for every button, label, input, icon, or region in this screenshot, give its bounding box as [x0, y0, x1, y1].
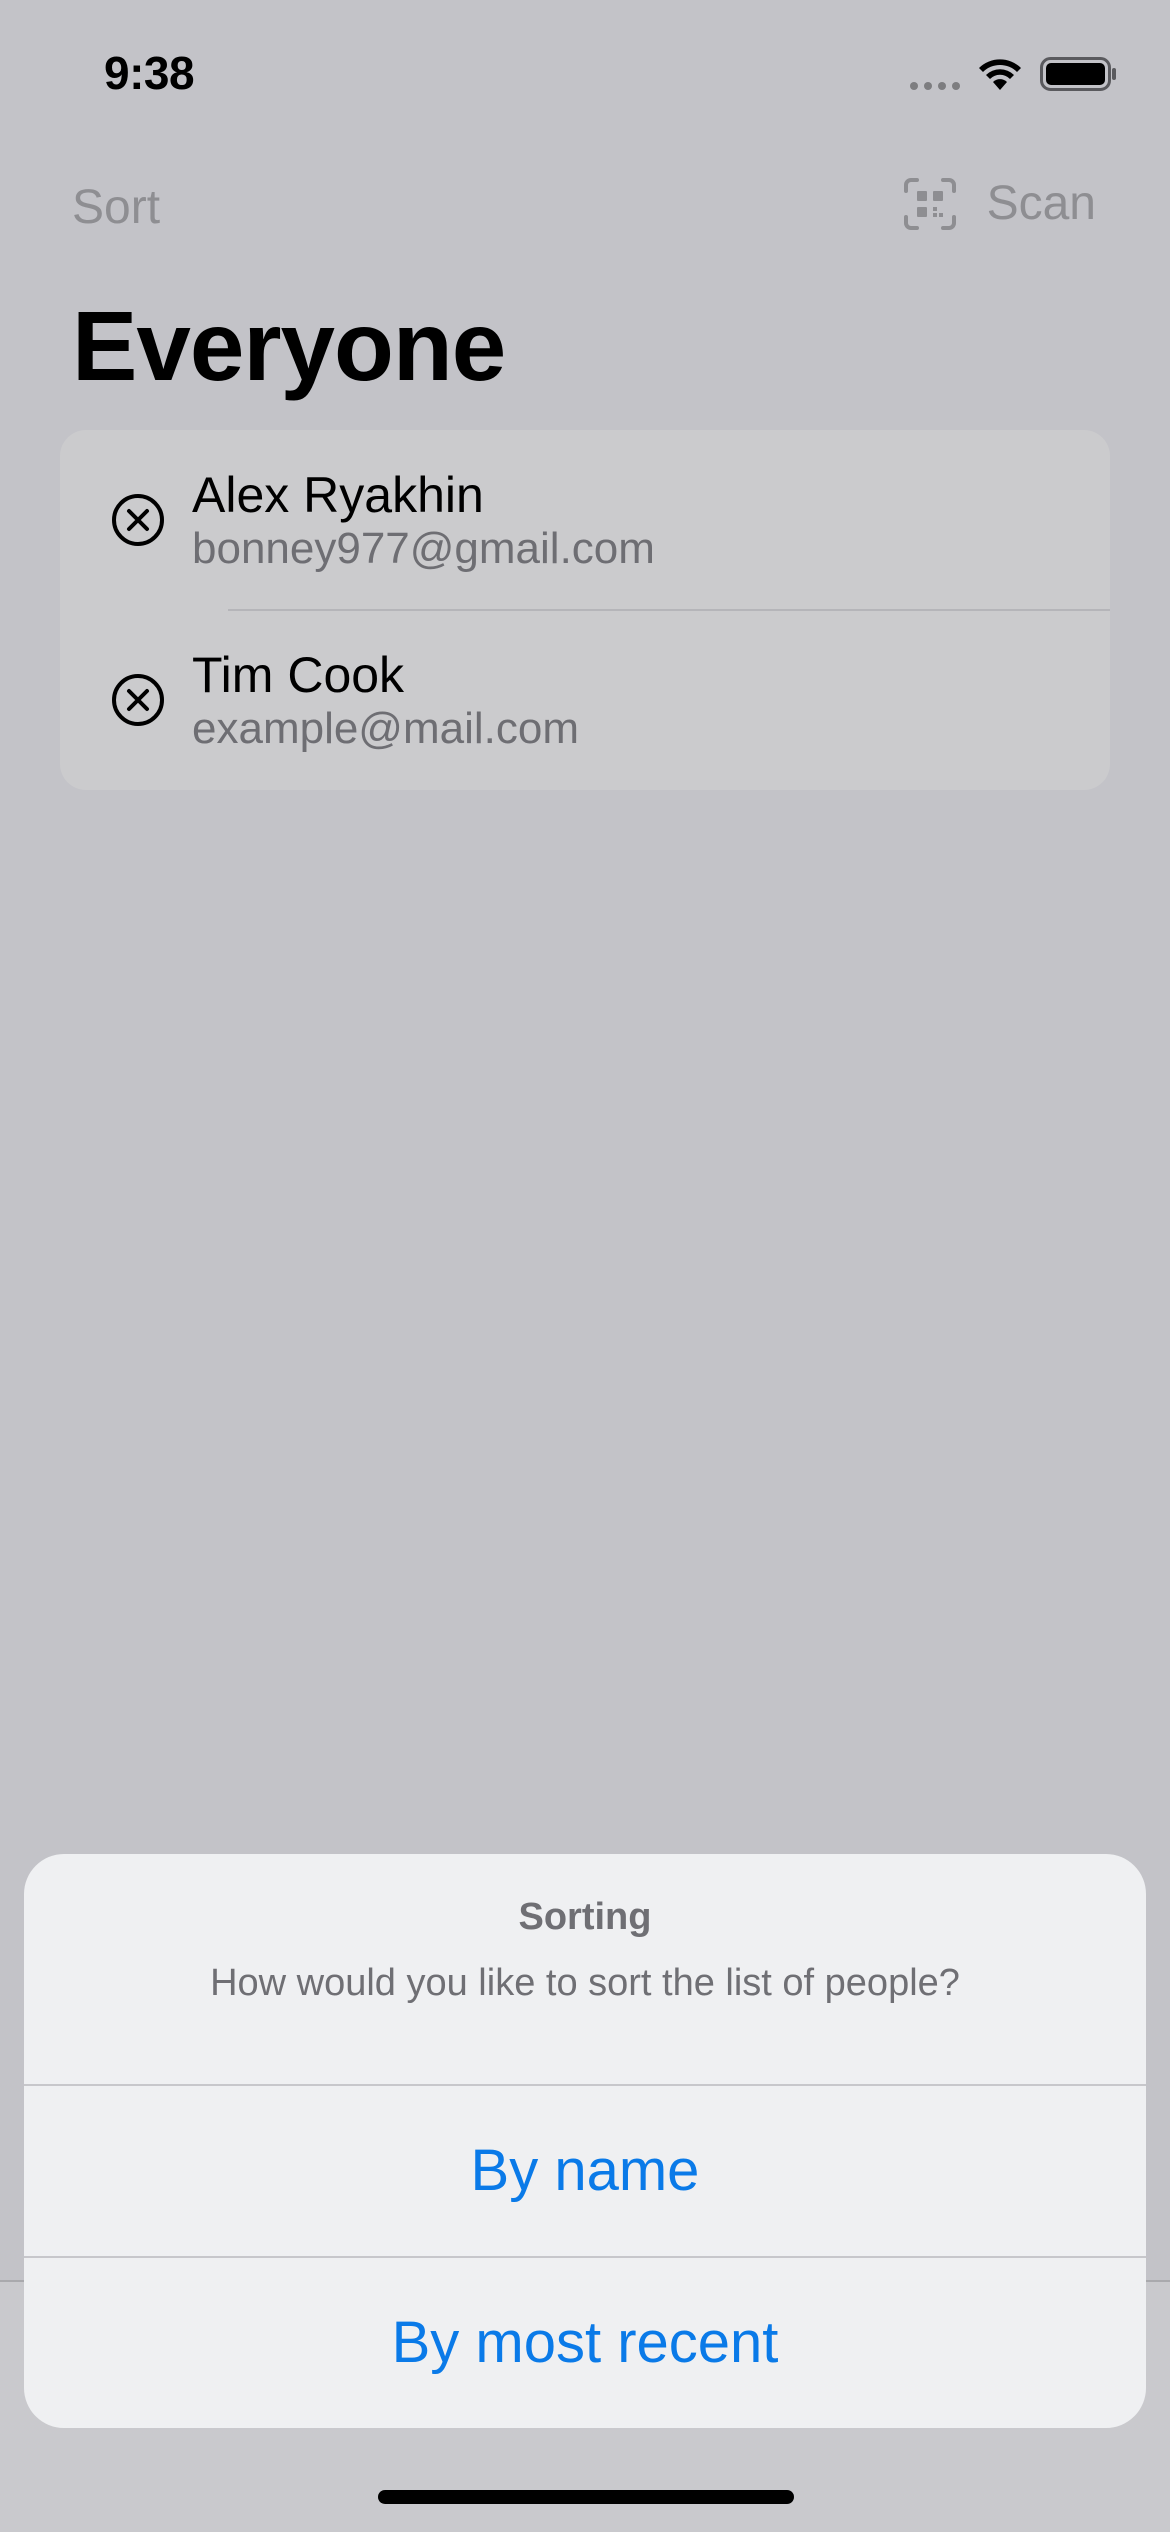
home-indicator[interactable]	[378, 2490, 794, 2504]
person-name: Alex Ryakhin	[192, 467, 484, 523]
person-email: bonney977@gmail.com	[192, 524, 655, 573]
scan-label: Scan	[986, 177, 1096, 230]
list-item[interactable]: Tim Cook example@mail.com	[60, 610, 1110, 790]
status-bar: 9:38	[0, 0, 1170, 140]
remove-circle-icon[interactable]	[110, 672, 166, 728]
person-email: example@mail.com	[192, 704, 579, 753]
action-sheet-message: How would you like to sort the list of p…	[210, 1962, 960, 2004]
scan-button[interactable]: Scan	[903, 176, 1096, 231]
cellular-signal-icon	[910, 54, 960, 94]
status-icons	[910, 54, 1118, 94]
page-title: Everyone	[72, 291, 506, 401]
qr-code-scan-icon	[903, 177, 956, 230]
sort-by-most-recent-button[interactable]: By most recent	[24, 2258, 1146, 2428]
remove-circle-icon[interactable]	[110, 492, 166, 548]
person-name: Tim Cook	[192, 647, 405, 703]
action-sheet-title: Sorting	[518, 1896, 652, 1938]
battery-icon	[1040, 57, 1116, 91]
sort-action-sheet: Sorting How would you like to sort the l…	[24, 1854, 1146, 2428]
list-item[interactable]: Alex Ryakhin bonney977@gmail.com	[60, 430, 1110, 610]
people-list: Alex Ryakhin bonney977@gmail.com Tim Coo…	[60, 430, 1110, 790]
sort-by-name-button[interactable]: By name	[24, 2086, 1146, 2256]
sort-button[interactable]: Sort	[72, 180, 160, 235]
wifi-icon	[979, 59, 1021, 90]
status-time: 9:38	[104, 47, 195, 99]
